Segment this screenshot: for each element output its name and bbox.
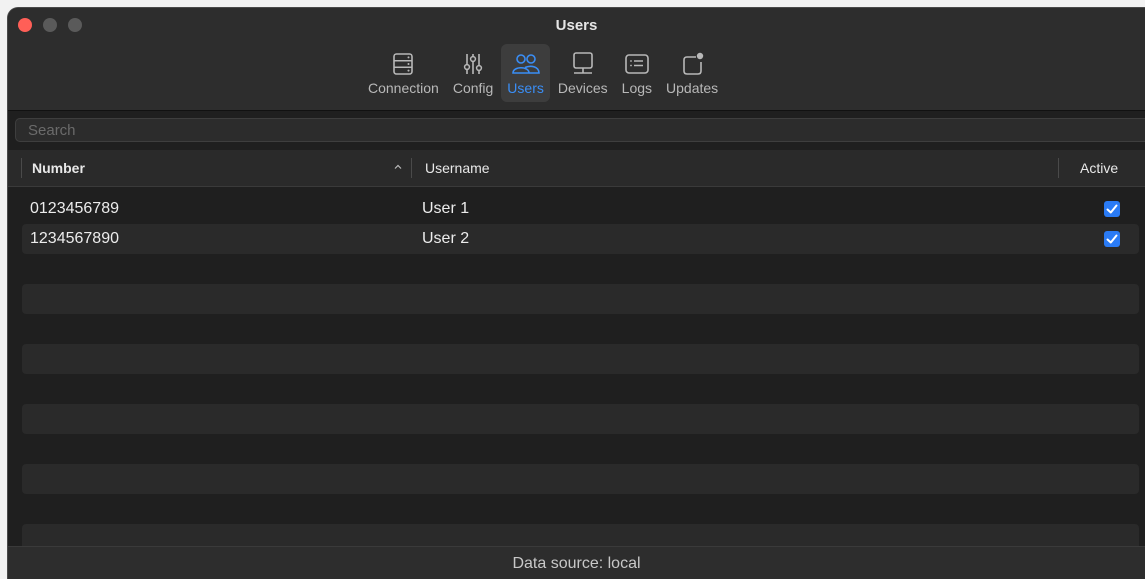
users-window: Users Connection Config Users Devices Lo…	[8, 8, 1145, 579]
table-row[interactable]: 1234567890 User 2	[22, 224, 1139, 254]
tab-logs-label: Logs	[621, 80, 653, 96]
tab-logs[interactable]: Logs	[616, 44, 658, 102]
tab-updates-label: Updates	[666, 80, 719, 96]
tab-devices-label: Devices	[557, 80, 608, 96]
tab-config[interactable]: Config	[447, 44, 499, 102]
active-checkbox[interactable]	[1104, 231, 1120, 247]
users-icon	[511, 54, 540, 74]
column-separator	[411, 158, 412, 178]
empty-row	[22, 374, 1139, 404]
list-icon	[625, 54, 649, 74]
empty-row	[22, 344, 1139, 374]
table-row[interactable]: 0123456789 User 1	[22, 194, 1139, 224]
sliders-icon	[463, 54, 483, 74]
empty-row	[22, 434, 1139, 464]
search-field[interactable]	[15, 118, 1145, 142]
column-separator	[21, 158, 22, 178]
column-header-username[interactable]: Username	[425, 150, 490, 186]
empty-row	[22, 404, 1139, 434]
badge-square-icon	[683, 52, 704, 75]
users-table-body: 0123456789 User 1 1234567890 User 2	[22, 194, 1139, 554]
empty-row	[22, 284, 1139, 314]
tab-connection-label: Connection	[368, 80, 439, 96]
tab-updates[interactable]: Updates	[660, 44, 724, 102]
empty-row	[22, 314, 1139, 344]
monitor-icon	[572, 52, 593, 74]
cell-username: User 1	[422, 200, 470, 217]
tab-connection[interactable]: Connection	[362, 44, 445, 102]
checkmark-icon	[1106, 204, 1118, 214]
search-input[interactable]	[16, 119, 1145, 141]
window-title: Users	[555, 17, 598, 34]
data-source-label: Data source: local	[512, 555, 641, 572]
column-header-active[interactable]: Active	[1080, 150, 1118, 186]
tab-users-label: Users	[507, 80, 544, 96]
sort-ascending-icon[interactable]	[393, 162, 403, 172]
tab-users[interactable]: Users	[501, 44, 550, 102]
cell-number: 0123456789	[30, 200, 119, 217]
tab-devices[interactable]: Devices	[552, 44, 614, 102]
tab-config-label: Config	[452, 80, 494, 96]
column-separator	[1058, 158, 1059, 178]
cell-number: 1234567890	[30, 230, 119, 247]
empty-row	[22, 494, 1139, 524]
toolbar: Connection Config Users Devices Logs Upd…	[362, 44, 726, 102]
empty-row	[22, 254, 1139, 284]
empty-row	[22, 464, 1139, 494]
column-header-number[interactable]: Number	[32, 150, 85, 186]
server-icon	[393, 53, 414, 75]
table-header: Number Username Active	[8, 150, 1145, 187]
active-checkbox[interactable]	[1104, 201, 1120, 217]
title-bar: Users Connection Config Users Devices Lo…	[8, 8, 1145, 111]
checkmark-icon	[1106, 234, 1118, 244]
status-bar: Data source: local	[8, 546, 1145, 579]
cell-username: User 2	[422, 230, 470, 247]
